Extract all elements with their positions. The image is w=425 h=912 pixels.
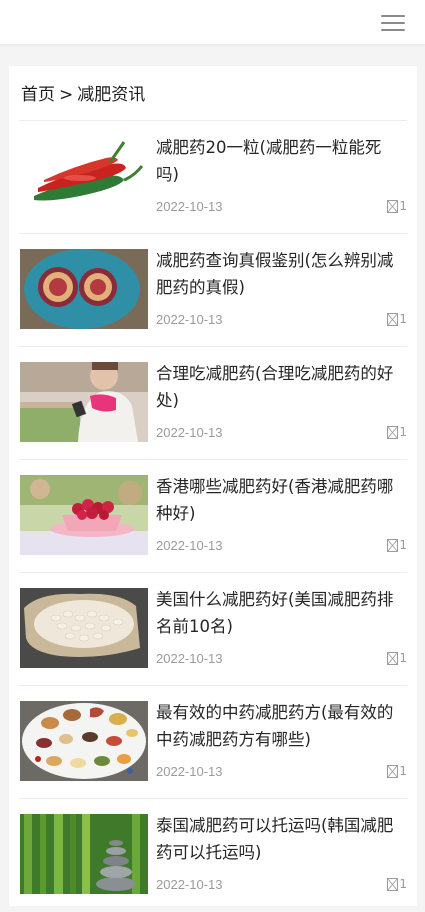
- article-thumbnail[interactable]: [20, 475, 148, 555]
- breadcrumb-home-link[interactable]: 首页: [21, 85, 55, 105]
- menu-line: [381, 15, 405, 17]
- article-thumbnail[interactable]: [20, 362, 148, 442]
- view-count-value: 1: [399, 538, 407, 552]
- view-count-value: 1: [399, 877, 407, 891]
- article-date: 2022-10-13: [156, 651, 223, 666]
- article-title[interactable]: 减肥药查询真假鉴别(怎么辨别减肥药的真假): [156, 247, 402, 301]
- article-date: 2022-10-13: [156, 877, 223, 892]
- article-thumbnail[interactable]: [20, 701, 148, 781]
- article-item[interactable]: 减肥药查询真假鉴别(怎么辨别减肥药的真假) 2022-10-13 1: [19, 234, 407, 347]
- article-item[interactable]: 香港哪些减肥药好(香港减肥药哪种好) 2022-10-13 1: [19, 460, 407, 573]
- article-title[interactable]: 减肥药20一粒(减肥药一粒能死吗): [156, 134, 402, 188]
- breadcrumb-current[interactable]: 减肥资讯: [77, 85, 145, 105]
- article-title[interactable]: 合理吃减肥药(合理吃减肥药的好处): [156, 360, 402, 414]
- view-count: 1: [387, 312, 407, 326]
- article-title[interactable]: 香港哪些减肥药好(香港减肥药哪种好): [156, 473, 402, 527]
- article-thumbnail[interactable]: [20, 588, 148, 668]
- article-item[interactable]: 最有效的中药减肥药方(最有效的中药减肥药方有哪些) 2022-10-13 1: [19, 686, 407, 799]
- article-title[interactable]: 美国什么减肥药好(美国减肥药排名前10名): [156, 586, 402, 640]
- hamburger-menu-icon[interactable]: [381, 14, 405, 32]
- top-bar: [0, 0, 425, 44]
- article-thumbnail[interactable]: [20, 136, 148, 216]
- article-list-card: 首页>减肥资讯 减肥药20一粒(减肥药一粒能死吗) 2022-10-13 1: [9, 66, 417, 906]
- article-item[interactable]: 美国什么减肥药好(美国减肥药排名前10名) 2022-10-13 1: [19, 573, 407, 686]
- view-count: 1: [387, 425, 407, 439]
- view-count-icon: [387, 877, 399, 891]
- view-count-value: 1: [399, 764, 407, 778]
- article-item[interactable]: 合理吃减肥药(合理吃减肥药的好处) 2022-10-13 1: [19, 347, 407, 460]
- view-count-icon: [387, 199, 399, 213]
- article-thumbnail[interactable]: [20, 814, 148, 894]
- article-title[interactable]: 泰国减肥药可以托运吗(韩国减肥药可以托运吗): [156, 812, 402, 866]
- article-date: 2022-10-13: [156, 312, 223, 327]
- article-date: 2022-10-13: [156, 199, 223, 214]
- article-date: 2022-10-13: [156, 425, 223, 440]
- view-count-icon: [387, 764, 399, 778]
- article-item[interactable]: 减肥药20一粒(减肥药一粒能死吗) 2022-10-13 1: [19, 121, 407, 234]
- breadcrumb: 首页 > 减肥资讯: [21, 82, 145, 108]
- view-count-icon: [387, 425, 399, 439]
- article-thumbnail[interactable]: [20, 249, 148, 329]
- view-count-value: 1: [399, 199, 407, 213]
- article-date: 2022-10-13: [156, 538, 223, 553]
- view-count-icon: [387, 651, 399, 665]
- article-item[interactable]: 泰国减肥药可以托运吗(韩国减肥药可以托运吗) 2022-10-13 1: [19, 799, 407, 912]
- view-count: 1: [387, 199, 407, 213]
- view-count: 1: [387, 651, 407, 665]
- view-count-value: 1: [399, 651, 407, 665]
- view-count: 1: [387, 538, 407, 552]
- menu-line: [381, 29, 405, 31]
- article-date: 2022-10-13: [156, 764, 223, 779]
- breadcrumb-separator: >: [59, 85, 74, 105]
- view-count-icon: [387, 538, 399, 552]
- view-count-icon: [387, 312, 399, 326]
- view-count-value: 1: [399, 425, 407, 439]
- view-count-value: 1: [399, 312, 407, 326]
- article-title[interactable]: 最有效的中药减肥药方(最有效的中药减肥药方有哪些): [156, 699, 402, 753]
- view-count: 1: [387, 877, 407, 891]
- menu-line: [381, 22, 405, 24]
- view-count: 1: [387, 764, 407, 778]
